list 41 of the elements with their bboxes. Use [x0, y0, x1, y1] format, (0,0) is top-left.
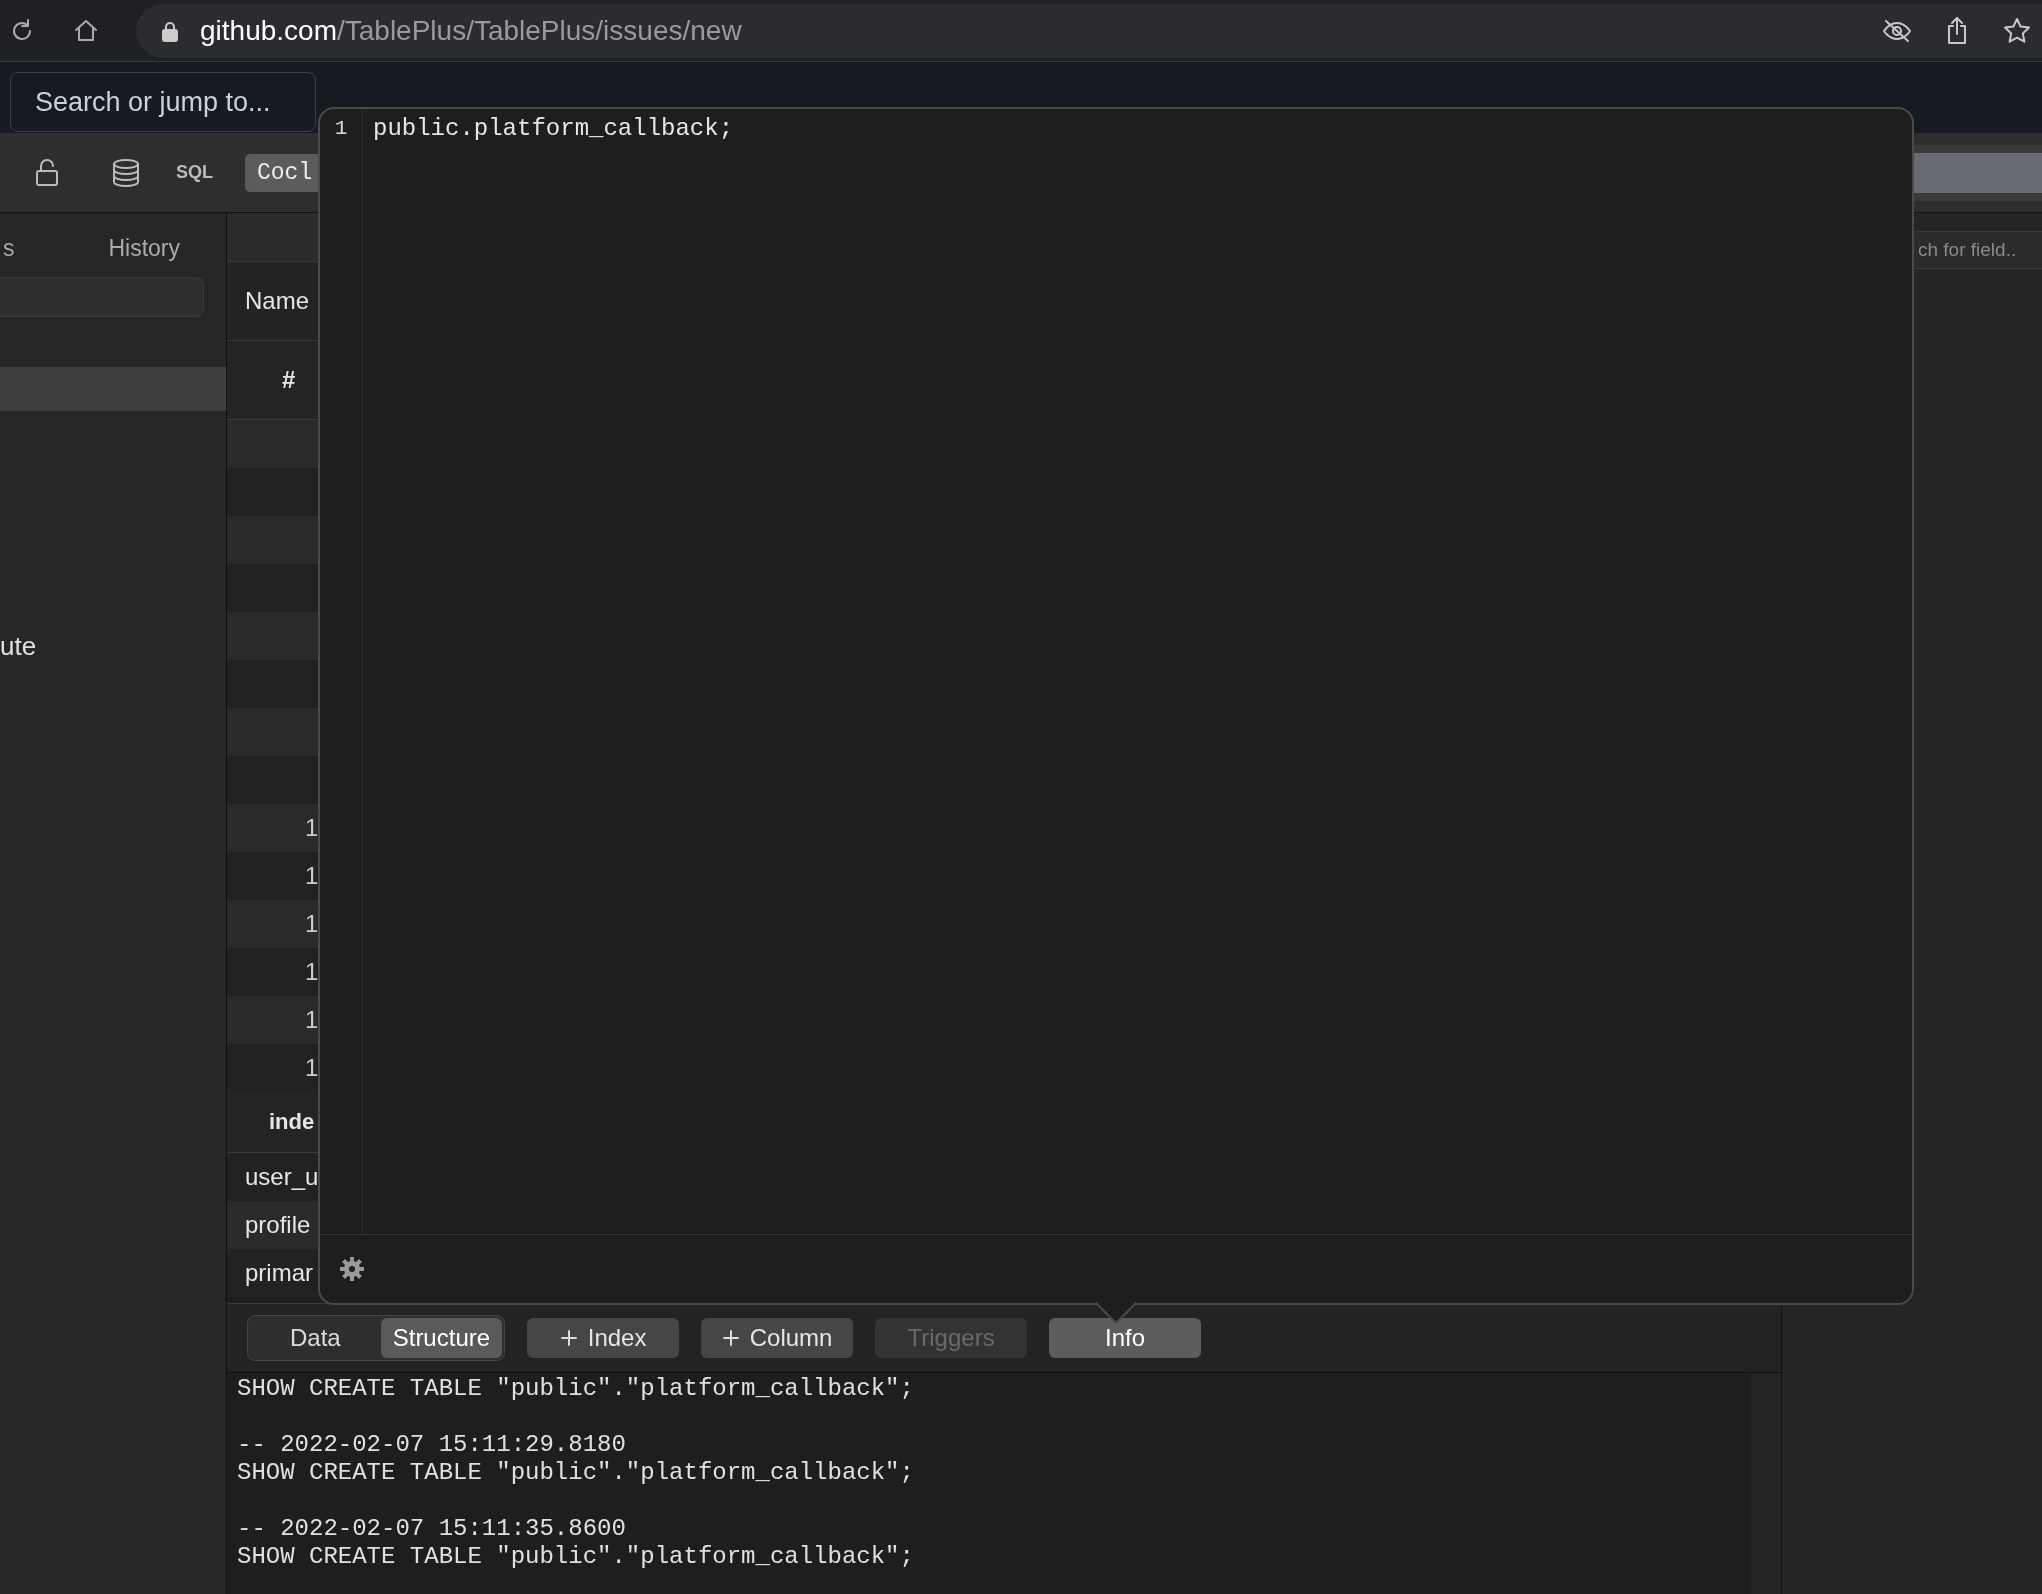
log-line: SHOW CREATE TABLE "public"."platform_callback"; [237, 1543, 915, 1571]
database-icon[interactable] [110, 156, 142, 189]
star-icon[interactable] [2002, 15, 2032, 46]
lock-icon [160, 19, 180, 42]
code-line: public.platform_callback; [373, 115, 735, 142]
eye-slash-icon[interactable] [1882, 17, 1912, 44]
table-cell: 1 [305, 1054, 319, 1082]
table-cell: 1 [305, 958, 319, 986]
url-text: github.com/TablePlus/TablePlus/issues/new [200, 14, 742, 47]
toolbar-button[interactable]: Info [1049, 1318, 1202, 1358]
line-number: 1 [333, 117, 349, 140]
table-cell: 1 [305, 862, 319, 890]
address-bar[interactable]: github.com/TablePlus/TablePlus/issues/new [136, 3, 2042, 58]
toolbar-button[interactable]: Index [527, 1318, 680, 1358]
sidebar-tab[interactable]: History [108, 235, 180, 261]
table-cell: 1 [305, 910, 319, 938]
padlock-icon[interactable] [34, 157, 60, 188]
column-header: # [282, 366, 296, 394]
log-line: -- 2022-02-07 15:11:35.8600 [237, 1515, 627, 1543]
log-line: SHOW CREATE TABLE "public"."platform_callback"; [237, 1459, 915, 1487]
log-line: -- 2022-02-07 15:11:29.8180 [237, 1431, 627, 1459]
code-editor[interactable]: public.platform_callback; [363, 109, 1912, 1234]
log-line: SHOW CREATE TABLE "public"."platform_callback"; [237, 1375, 915, 1403]
view-tab[interactable]: Structure [380, 1318, 503, 1358]
sql-button[interactable]: SQL [176, 162, 213, 183]
segmented-control[interactable]: Data Structure [247, 1315, 506, 1361]
table-cell: profile [245, 1211, 311, 1239]
sidebar-tab[interactable]: s [3, 235, 15, 261]
sidebar-item[interactable]: ute [0, 631, 226, 662]
table-cell: 1 [305, 814, 319, 842]
column-header: inde [269, 1109, 315, 1135]
table-cell: user_u [245, 1163, 319, 1191]
toolbar-button[interactable]: Column [701, 1318, 854, 1358]
table-cell: primar [245, 1259, 313, 1287]
search-field[interactable]: Search or jump to... [10, 72, 316, 132]
plus-icon [721, 1329, 740, 1347]
plus-icon [559, 1329, 578, 1347]
table-cell: 1 [305, 1006, 319, 1034]
view-tab[interactable]: Data [250, 1318, 381, 1358]
column-label: Name [245, 287, 310, 315]
gear-icon[interactable] [338, 1255, 366, 1283]
